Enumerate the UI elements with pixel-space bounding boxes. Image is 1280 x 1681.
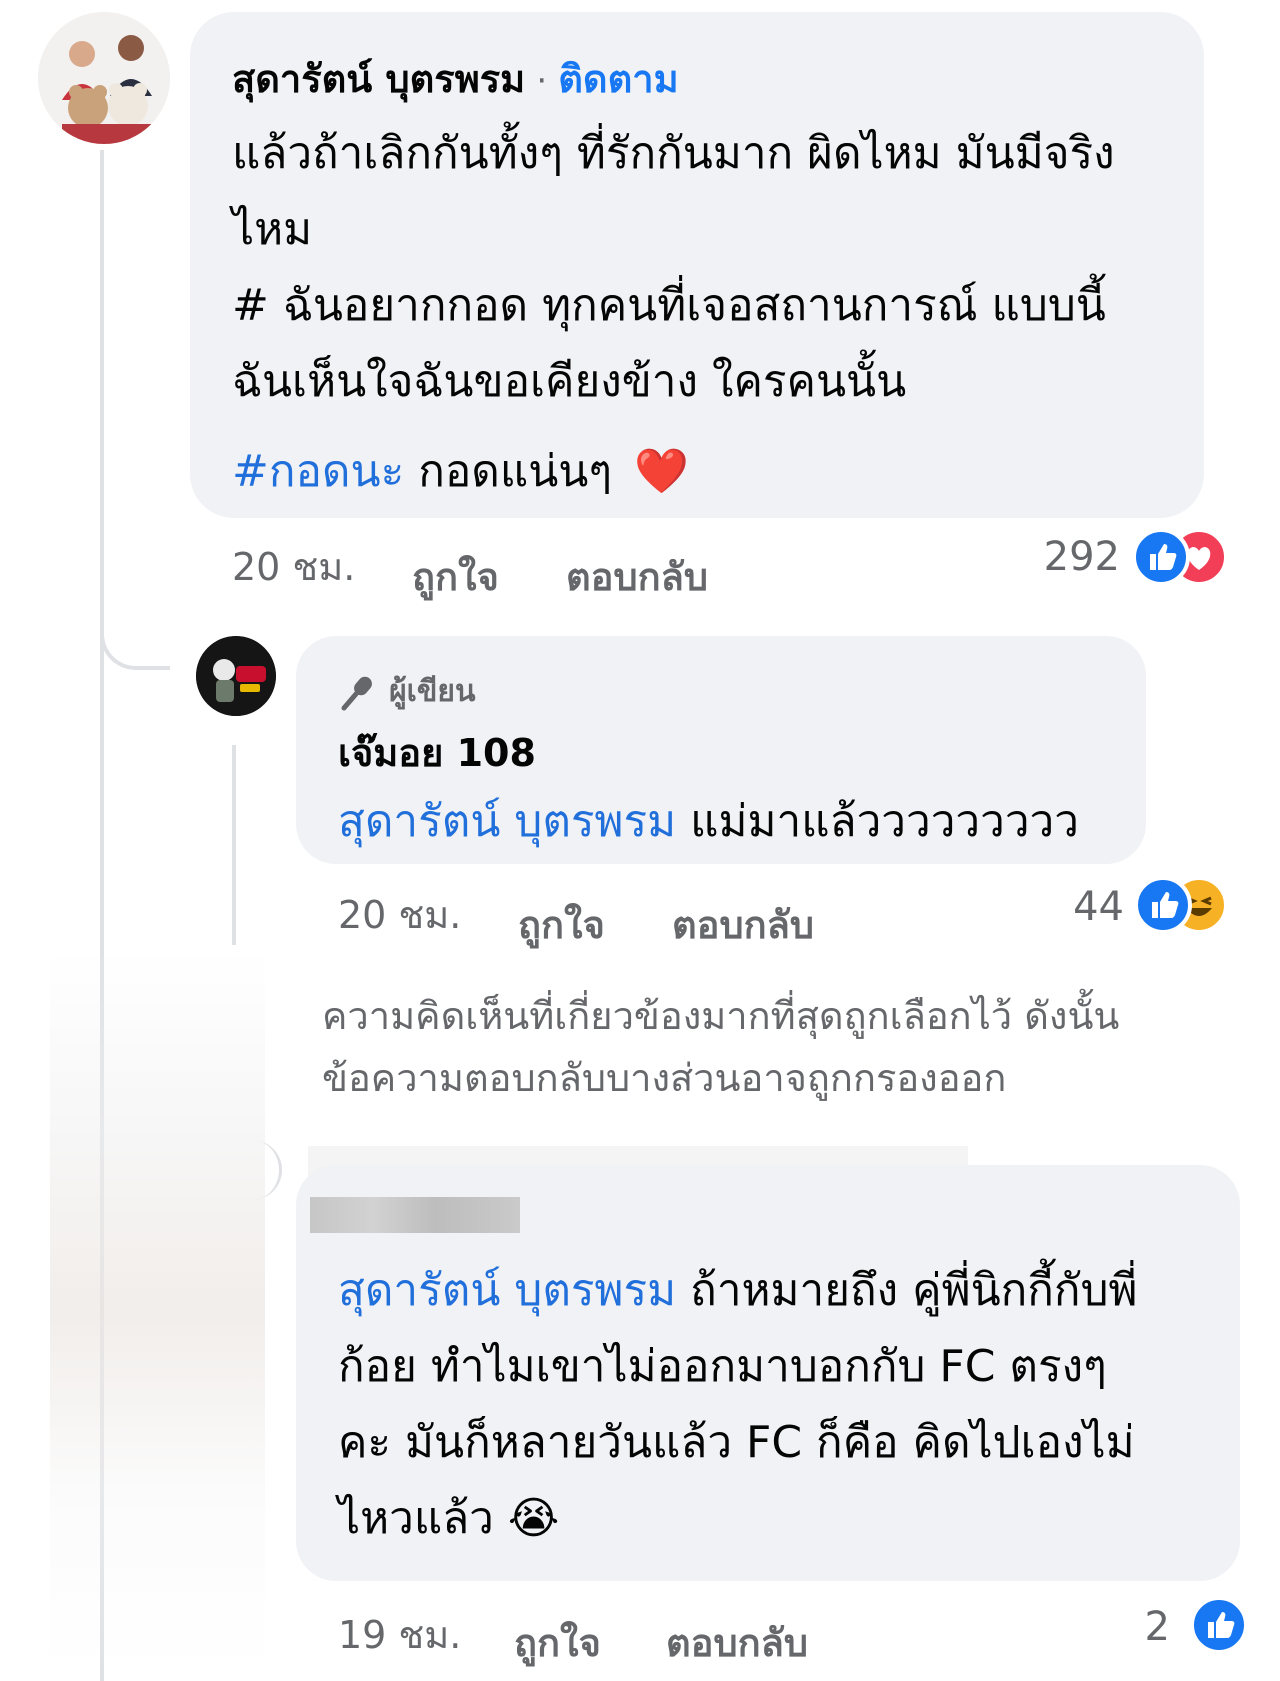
page-logo-icon bbox=[196, 636, 276, 716]
reaction-count[interactable]: 2 bbox=[1090, 1604, 1170, 1650]
avatar-photo bbox=[38, 12, 170, 144]
like-icon bbox=[1190, 1596, 1248, 1654]
thread-branch-curve bbox=[100, 590, 170, 670]
reply-text: ถ้าหมายถึง คู่พี่นิกกี้กับพี่ bbox=[676, 1265, 1138, 1316]
reply-line: คะ มันก็หลายวันแล้ว FC ก็คือ คิดไปเองไม่ bbox=[338, 1417, 1135, 1468]
reply-button[interactable]: ตอบกลับ bbox=[566, 546, 708, 607]
reply-button[interactable]: ตอบกลับ bbox=[666, 1612, 808, 1673]
reply-bubble: ผู้เขียน เจ๊มอย 108 สุดารัตน์ บุตรพรม แม… bbox=[296, 636, 1146, 864]
comment-tail-text: กอดแน่นๆ bbox=[404, 446, 612, 497]
separator-dot: · bbox=[536, 61, 548, 101]
avatar[interactable] bbox=[38, 12, 170, 144]
reply-time[interactable]: 20 ชม. bbox=[338, 884, 461, 945]
mention-link[interactable]: สุดารัตน์ บุตรพรม bbox=[338, 796, 676, 847]
comment-body: แล้วถ้าเลิกกันทั้งๆ ที่รักกันมาก ผิดไหม … bbox=[232, 116, 1192, 510]
like-button[interactable]: ถูกใจ bbox=[514, 1612, 601, 1673]
mention-link[interactable]: สุดารัตน์ บุตรพรม bbox=[338, 1265, 676, 1316]
author-badge: ผู้เขียน bbox=[338, 668, 476, 715]
follow-link[interactable]: ติดตาม bbox=[558, 57, 678, 101]
comment-bubble: สุดารัตน์ บุตรพรม · ติดตาม แล้วถ้าเลิกกั… bbox=[190, 12, 1204, 518]
reaction-count[interactable]: 44 bbox=[1000, 884, 1124, 930]
redacted-name bbox=[310, 1197, 520, 1233]
filter-notice: ความคิดเห็นที่เกี่ยวข้องมากที่สุดถูกเลือ… bbox=[322, 985, 1119, 1109]
blurred-avatar bbox=[50, 950, 265, 1670]
comment-line: # ฉันอยากกอด ทุกคนที่เจอสถานการณ์ แบบนี้ bbox=[232, 280, 1106, 331]
filter-notice-line: ความคิดเห็นที่เกี่ยวข้องมากที่สุดถูกเลือ… bbox=[322, 994, 1120, 1038]
heart-emoji-icon: ❤️ bbox=[634, 446, 689, 497]
reply-line: ไหวแล้ว bbox=[338, 1493, 494, 1544]
comment-line: แล้วถ้าเลิกกันทั้งๆ ที่รักกันมาก ผิดไหม … bbox=[232, 128, 1115, 179]
filter-notice-line: ข้อความตอบกลับบางส่วนอาจถูกกรองออก bbox=[322, 1056, 1007, 1100]
comment-author[interactable]: สุดารัตน์ บุตรพรม bbox=[232, 57, 525, 101]
reply-body: สุดารัตน์ บุตรพรม แม่มาแล้ววววววววว bbox=[338, 784, 1079, 860]
microphone-icon bbox=[341, 676, 372, 710]
reply-button[interactable]: ตอบกลับ bbox=[672, 894, 814, 955]
reply-text: แม่มาแล้ววววววววว bbox=[676, 796, 1079, 847]
comment-line: ไหม bbox=[232, 204, 313, 255]
like-button[interactable]: ถูกใจ bbox=[518, 894, 605, 955]
like-icon bbox=[1134, 876, 1192, 934]
reply-body: สุดารัตน์ บุตรพรม ถ้าหมายถึง คู่พี่นิกกี… bbox=[338, 1253, 1228, 1557]
crying-emoji-icon: 😭 bbox=[507, 1493, 560, 1544]
reaction-count[interactable]: 292 bbox=[1000, 534, 1120, 580]
reply-time[interactable]: 19 ชม. bbox=[338, 1604, 461, 1665]
reply-bubble: สุดารัตน์ บุตรพรม ถ้าหมายถึง คู่พี่นิกกี… bbox=[296, 1165, 1240, 1581]
like-icon bbox=[1132, 528, 1190, 586]
thread-line-reply bbox=[232, 745, 236, 945]
comment-header: สุดารัตน์ บุตรพรม · ติดตาม bbox=[232, 48, 679, 109]
comment-time[interactable]: 20 ชม. bbox=[232, 536, 355, 597]
comment-line: ฉันเห็นใจฉันขอเคียงข้าง ใครคนนั้น bbox=[232, 356, 907, 407]
hashtag-link[interactable]: #กอดนะ bbox=[232, 446, 404, 497]
reply-line: ก้อย ทำไมเขาไม่ออกมาบอกกับ FC ตรงๆ bbox=[338, 1341, 1107, 1392]
page-avatar[interactable] bbox=[196, 636, 276, 716]
author-badge-label: ผู้เขียน bbox=[389, 674, 476, 709]
comment-hashtag-line: #กอดนะ กอดแน่นๆ ❤️ bbox=[232, 434, 1192, 510]
like-button[interactable]: ถูกใจ bbox=[412, 546, 499, 607]
reply-author[interactable]: เจ๊มอย 108 bbox=[338, 722, 536, 783]
